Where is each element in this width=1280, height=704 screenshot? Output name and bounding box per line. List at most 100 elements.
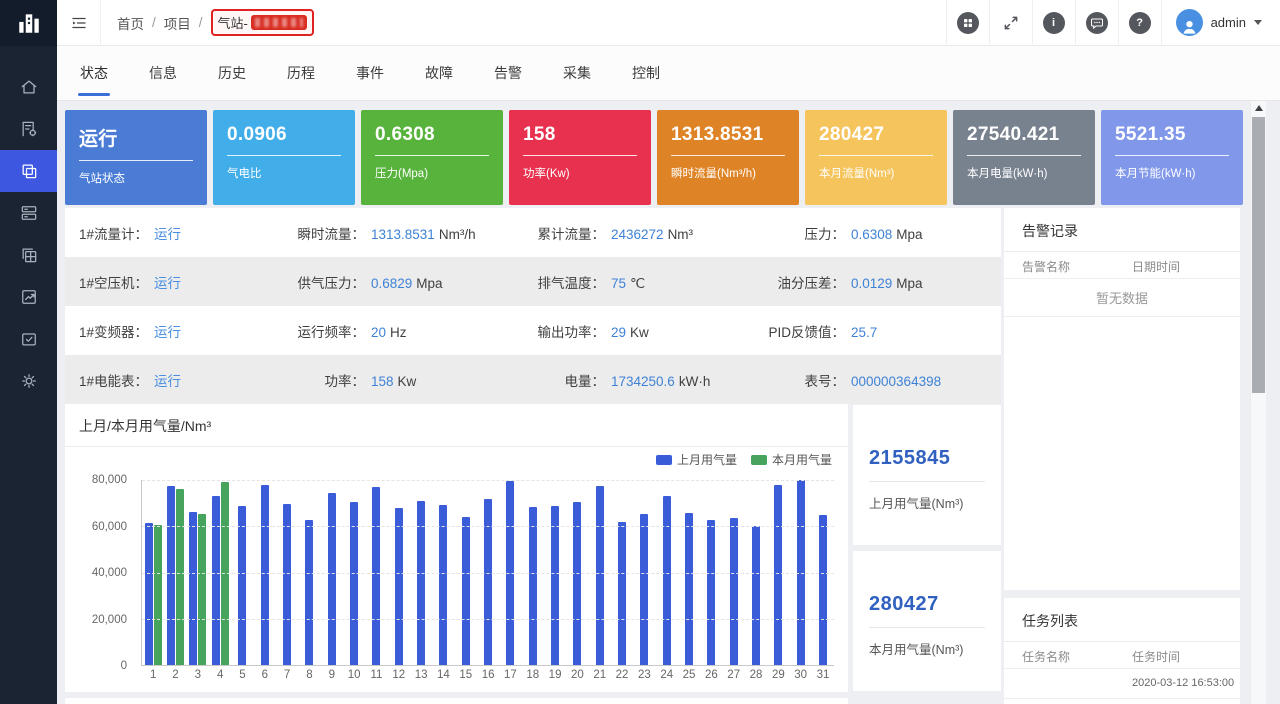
tab-采集[interactable]: 采集 (561, 55, 593, 91)
device-name: 1#电能表： (79, 374, 148, 389)
stat-card-label: 本月节能(kW·h) (1115, 165, 1229, 181)
vertical-scrollbar[interactable] (1250, 100, 1266, 704)
field-label: 供气压力： (279, 272, 365, 292)
scrollbar-up-button[interactable] (1251, 100, 1267, 116)
device-name: 1#空压机： (79, 276, 148, 291)
stat-card-value: 158 (523, 124, 637, 146)
sidebar-item-forms[interactable] (0, 108, 57, 150)
check-square-icon (19, 329, 39, 349)
y-tick-label: 80,000 (92, 474, 127, 486)
tab-事件[interactable]: 事件 (354, 55, 386, 91)
app-logo (0, 0, 57, 46)
breadcrumb-home[interactable]: 首页 (117, 13, 144, 33)
bar-上月用气量-day-9 (328, 493, 336, 665)
sidebar-item-settings[interactable] (0, 360, 57, 402)
tab-故障[interactable]: 故障 (423, 55, 455, 91)
legend-item-本月用气量[interactable]: 本月用气量 (751, 451, 832, 468)
bar-上月用气量-day-8 (305, 520, 313, 665)
help-icon: ? (1129, 12, 1151, 34)
bar-上月用气量-day-23 (640, 514, 648, 665)
fullscreen-button[interactable] (989, 0, 1032, 46)
bar-本月用气量-day-4 (221, 482, 229, 665)
this-month-usage-card: 280427 本月用气量(Nm³) (853, 551, 1001, 691)
bar-上月用气量-day-5 (238, 506, 246, 665)
bar-上月用气量-day-1 (145, 523, 153, 665)
device-field: 压力：0.6308Mpa (749, 223, 1001, 243)
overlap-squares-icon (19, 161, 39, 181)
station-prefix: 气站- (218, 13, 248, 32)
sidebar-item-devices[interactable] (0, 192, 57, 234)
stat-card-本月节能(kW·h): 5521.35 本月节能(kW·h) (1101, 110, 1243, 205)
server-list-icon (19, 203, 39, 223)
sidebar-item-tasks[interactable] (0, 318, 57, 360)
stat-card-value: 1313.8531 (671, 124, 785, 146)
field-label: 瞬时流量： (279, 223, 365, 243)
help-button[interactable]: ? (1118, 0, 1161, 46)
stat-card-label: 本月电量(kW·h) (967, 165, 1081, 181)
tab-历程[interactable]: 历程 (285, 55, 317, 91)
stat-card-label: 气电比 (227, 165, 341, 181)
bar-上月用气量-day-24 (663, 496, 671, 666)
sidebar-item-trends[interactable] (0, 276, 57, 318)
x-tick-label: 23 (633, 669, 655, 681)
legend-label: 本月用气量 (772, 451, 832, 468)
field-unit: Kw (398, 374, 417, 389)
legend-label: 上月用气量 (677, 451, 737, 468)
info-button[interactable]: i (1032, 0, 1075, 46)
field-label: 输出功率： (519, 321, 605, 341)
menu-fold-button[interactable] (57, 0, 101, 46)
sidebar-item-home[interactable] (0, 66, 57, 108)
user-menu[interactable]: admin (1161, 0, 1280, 46)
x-tick-label: 31 (812, 669, 834, 681)
fullscreen-icon (1002, 14, 1020, 32)
chart-title: 上月/本月用气量/Nm³ (65, 404, 848, 436)
field-value: 75 (611, 276, 626, 291)
field-value: 1313.8531 (371, 227, 435, 242)
bar-上月用气量-day-4 (212, 496, 220, 665)
device-status-panel: 1#流量计：运行瞬时流量：1313.8531Nm³/h累计流量：2436272N… (65, 208, 1001, 404)
stat-card-value: 5521.35 (1115, 124, 1229, 146)
tab-状态[interactable]: 状态 (78, 55, 110, 91)
device-status: 运行 (154, 276, 181, 291)
scrollbar-thumb[interactable] (1252, 117, 1265, 393)
alarm-records-panel: 告警记录 告警名称 日期时间 暂无数据 (1004, 208, 1240, 590)
field-label: 油分压差： (749, 272, 845, 292)
alarm-table-header: 告警名称 日期时间 (1004, 252, 1240, 279)
tab-告警[interactable]: 告警 (492, 55, 524, 91)
y-tick-label: 60,000 (92, 521, 127, 533)
sidebar-item-monitor[interactable] (0, 150, 57, 192)
this-month-usage-value: 280427 (869, 593, 985, 616)
x-tick-label: 8 (298, 669, 320, 681)
x-tick-label: 29 (767, 669, 789, 681)
bar-上月用气量-day-18 (529, 507, 537, 665)
task-time-value: 2020-03-12 16:53:00 (1132, 677, 1234, 689)
x-tick-label: 24 (656, 669, 678, 681)
x-tick-label: 21 (589, 669, 611, 681)
device-name: 1#变频器： (79, 325, 148, 340)
field-label: 运行频率： (279, 321, 365, 341)
tab-信息[interactable]: 信息 (147, 55, 179, 91)
tab-历史[interactable]: 历史 (216, 55, 248, 91)
gas-usage-chart-panel: 上月/本月用气量/Nm³ 上月用气量本月用气量 020,00040,00060,… (65, 404, 848, 692)
field-value: 1734250.6 (611, 374, 675, 389)
layered-pages-icon (19, 245, 39, 265)
chevron-down-icon (1254, 20, 1262, 25)
chart-x-axis: 1234567891011121314151617181920212223242… (142, 669, 834, 681)
field-unit: Kw (630, 325, 649, 340)
legend-item-上月用气量[interactable]: 上月用气量 (656, 451, 737, 468)
task-table-header: 任务名称 任务时间 (1004, 642, 1240, 669)
sidebar-item-reports[interactable] (0, 234, 57, 276)
apps-button[interactable] (946, 0, 989, 46)
field-value: 25.7 (851, 325, 877, 340)
tab-控制[interactable]: 控制 (630, 55, 662, 91)
legend-swatch (656, 455, 672, 465)
x-tick-label: 13 (410, 669, 432, 681)
field-value: 29 (611, 325, 626, 340)
x-tick-label: 20 (566, 669, 588, 681)
stat-card-label: 本月流量(Nm³) (819, 165, 933, 181)
message-button[interactable] (1075, 0, 1118, 46)
x-tick-label: 14 (432, 669, 454, 681)
bar-上月用气量-day-6 (261, 485, 269, 665)
last-month-usage-value: 2155845 (869, 447, 985, 470)
breadcrumb-project[interactable]: 项目 (164, 13, 191, 33)
